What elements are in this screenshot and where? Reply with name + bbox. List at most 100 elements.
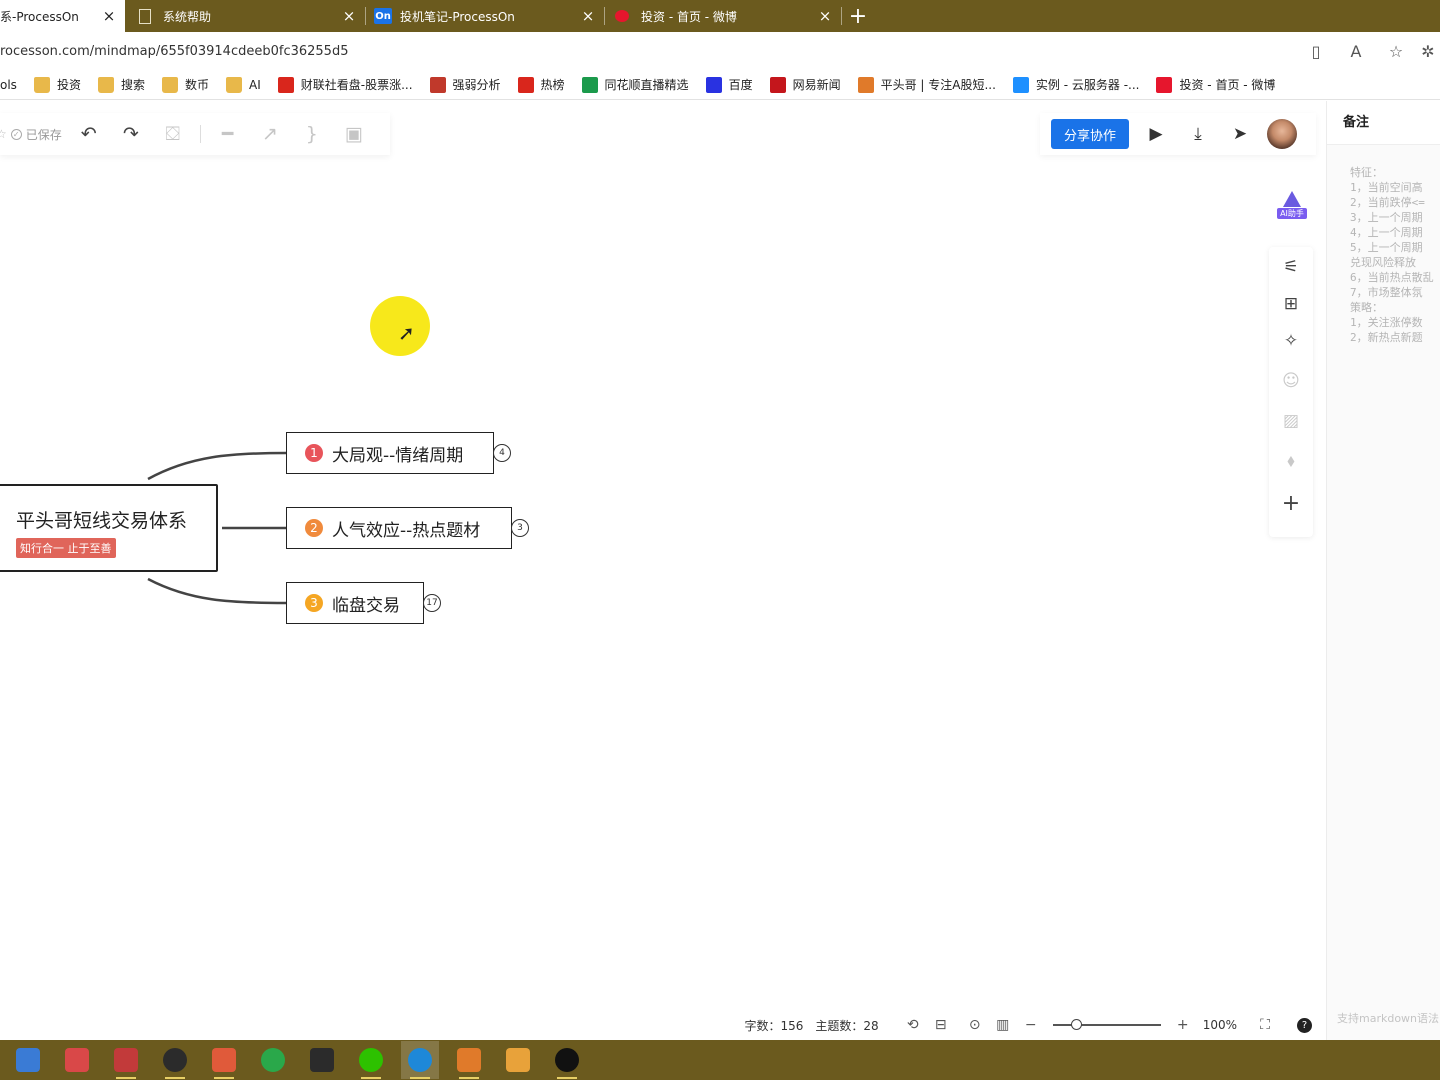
topic-3[interactable]: 3 临盘交易 (286, 582, 424, 624)
new-tab-button[interactable]: + (842, 0, 874, 32)
bookmark-item[interactable]: 投资 - 首页 - 微博 (1156, 76, 1275, 93)
share-collaborate-button[interactable]: 分享协作 (1051, 119, 1129, 149)
taskbar-app-badger[interactable] (450, 1041, 488, 1079)
bookmark-label: 投资 (56, 78, 81, 92)
processon-app: ☆ ✓ 已保存 ↶ ↷ ⛋ ━ ↗ } ▣ 分享协作 ▶ ⤓ ➤ AI助手 ⚟ ⊞… (0, 101, 1440, 1040)
minimap-icon[interactable]: ▥ (989, 1017, 1017, 1033)
collapsed-count-badge[interactable]: 17 (423, 594, 441, 612)
taskbar-app-hs[interactable] (156, 1041, 194, 1079)
tab-system-help[interactable]: 系统帮助 × (125, 0, 365, 32)
extensions-icon[interactable]: ✲ (1416, 42, 1440, 61)
help-icon[interactable]: ? (1297, 1017, 1312, 1033)
layout-icon[interactable]: ⊟ (927, 1017, 955, 1033)
undo-button[interactable]: ↶ (68, 123, 110, 145)
topic-1[interactable]: 1 大局观--情绪周期 (286, 432, 494, 474)
hot-icon (517, 76, 534, 93)
zoom-slider-handle[interactable] (1071, 1019, 1083, 1030)
bookmark-item[interactable]: 财联社看盘-股票涨... (277, 76, 413, 93)
sticky-notes-icon (65, 1048, 89, 1072)
bookmark-item[interactable]: AI (225, 76, 261, 93)
netease-icon (769, 76, 786, 93)
insert-topic-button[interactable]: ━ (207, 123, 249, 145)
wechat-icon (359, 1048, 383, 1072)
zoom-level[interactable]: 100% (1203, 1018, 1237, 1032)
tab-weibo[interactable]: 投资 - 首页 - 微博 × (605, 0, 841, 32)
zoom-in-button[interactable]: + (1169, 1017, 1197, 1033)
tab-processon-mindmap[interactable]: 系-ProcessOn × (0, 0, 125, 32)
zoom-out-button[interactable]: − (1017, 1017, 1045, 1033)
favorite-star-icon[interactable]: ☆ (1376, 42, 1416, 61)
bookmark-label: 实例 - 云服务器 -... (1035, 78, 1140, 92)
close-icon[interactable]: × (101, 8, 117, 24)
collapsed-count-badge[interactable]: 4 (493, 444, 511, 462)
bookmark-item[interactable]: 平头哥 | 专注A股短... (857, 76, 996, 93)
relation-line-button[interactable]: ↗ (249, 123, 291, 145)
taskbar-app-stock[interactable] (205, 1041, 243, 1079)
topic-number-badge: 1 (305, 444, 323, 462)
bookmark-item[interactable]: 搜索 (97, 76, 145, 93)
reading-view-icon[interactable]: ▯ (1296, 42, 1336, 61)
fullscreen-icon[interactable]: ⛶ (1251, 1017, 1279, 1033)
bookmark-item[interactable]: 强弱分析 (429, 76, 501, 93)
url-text[interactable]: rocesson.com/mindmap/655f03914cdeeb0fc36… (0, 44, 348, 59)
bookmark-item[interactable]: 数币 (161, 76, 209, 93)
taskbar-app-explorer[interactable] (9, 1041, 47, 1079)
bookmark-item[interactable]: 网易新闻 (769, 76, 841, 93)
status-bar: 字数：156 主题数：28 ⟲ ⊟ ⊙ ▥ − + 100% ⛶ ? (0, 1011, 1326, 1039)
top-right-actions: 分享协作 ▶ ⤓ ➤ (1040, 113, 1316, 155)
note-line: 1，关注涨停数 (1350, 316, 1423, 329)
read-aloud-icon[interactable]: A (1336, 42, 1376, 61)
bookmark-label: 热榜 (540, 78, 565, 92)
bookmark-item[interactable]: 热榜 (517, 76, 565, 93)
locate-icon[interactable]: ⊙ (961, 1017, 989, 1033)
address-bar[interactable]: rocesson.com/mindmap/655f03914cdeeb0fc36… (0, 32, 1440, 70)
taskbar-app-notes[interactable] (58, 1041, 96, 1079)
format-painter-button[interactable]: ⛋ (152, 123, 194, 145)
zoom-slider[interactable] (1052, 1019, 1161, 1030)
topic-number-badge: 3 (305, 594, 323, 612)
avatar[interactable] (1267, 119, 1297, 149)
connector-topic-1 (147, 451, 287, 481)
send-icon[interactable]: ➤ (1219, 124, 1261, 144)
close-icon[interactable]: × (341, 8, 357, 24)
summary-button[interactable]: } (291, 123, 333, 145)
taskbar-app-edge[interactable] (401, 1041, 439, 1079)
notes-editor[interactable]: 特征： 1，当前空间高 2，当前跌停<= 3，上一个周期 4，上一个周期 5，上一个周期兑… (1327, 145, 1440, 345)
close-icon[interactable]: × (580, 8, 596, 24)
taskbar-app-cards[interactable] (107, 1041, 145, 1079)
taskbar-app-home[interactable] (499, 1041, 537, 1079)
bookmark-label: 百度 (728, 78, 753, 92)
notes-panel: 备注 特征： 1，当前空间高 2，当前跌停<= 3，上一个周期 4，上一个周期 5，上一个… (1326, 101, 1440, 1040)
bookmark-item[interactable]: 实例 - 云服务器 -... (1012, 76, 1140, 93)
history-icon[interactable]: ⟲ (899, 1017, 927, 1033)
bookmark-item[interactable]: 百度 (705, 76, 753, 93)
topic-2[interactable]: 2 人气效应--热点题材 (286, 507, 512, 549)
tab-processon-notes[interactable]: On 投机笔记-ProcessOn × (366, 0, 604, 32)
bookmarks-bar: ols 投资 搜索 数币 AI 财联社看盘-股票涨... 强弱分析 热榜 同花顺直播精选 百度 网易… (0, 70, 1440, 100)
taskbar-app-green[interactable] (254, 1041, 292, 1079)
root-topic[interactable]: 平头哥短线交易体系 知行合一 止于至善 (0, 484, 218, 572)
stock-app-icon (212, 1048, 236, 1072)
bookmark-item[interactable]: ols (0, 78, 17, 92)
collapsed-count-badge[interactable]: 3 (511, 519, 529, 537)
bookmark-item[interactable]: 投资 (33, 76, 81, 93)
taskbar-app-qq[interactable] (548, 1041, 586, 1079)
presentation-icon[interactable]: ▶ (1135, 124, 1177, 144)
folder-icon (97, 76, 114, 93)
weibo-icon (1156, 76, 1173, 93)
taskbar-app-wechat[interactable] (352, 1041, 390, 1079)
bookmark-item[interactable]: 同花顺直播精选 (581, 76, 689, 93)
document-icon (139, 8, 151, 24)
boundary-button[interactable]: ▣ (333, 123, 375, 145)
taskbar-app-terminal[interactable] (303, 1041, 341, 1079)
saved-label: 已保存 (25, 127, 62, 142)
mindmap-canvas[interactable]: 平头哥短线交易体系 知行合一 止于至善 1 大局观--情绪周期 4 2 人气效应… (0, 161, 1320, 1001)
browser-tab-bar: 系-ProcessOn × 系统帮助 × On 投机笔记-ProcessOn ×… (0, 0, 1440, 32)
close-icon[interactable]: × (817, 8, 833, 24)
topic-count: 主题数：28 (815, 1017, 878, 1034)
bookmark-label: 投资 - 首页 - 微博 (1179, 78, 1276, 92)
star-icon[interactable]: ☆ (0, 127, 7, 141)
redo-button[interactable]: ↷ (110, 123, 152, 145)
bookmark-label: ols (0, 77, 17, 92)
download-icon[interactable]: ⤓ (1177, 124, 1219, 144)
